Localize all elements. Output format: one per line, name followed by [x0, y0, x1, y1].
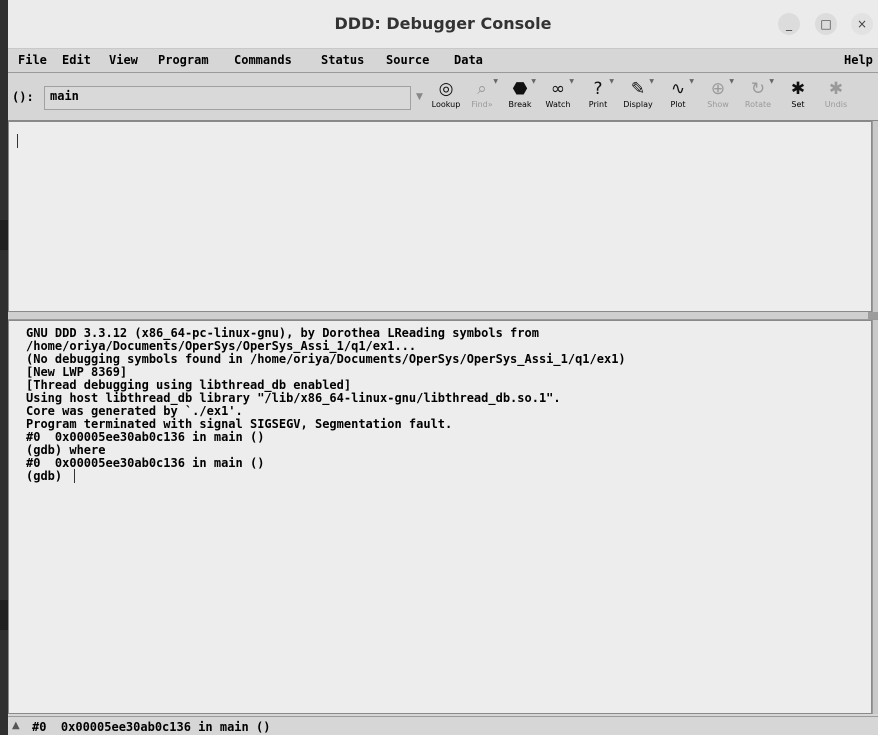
source-scrollbar[interactable] [872, 121, 878, 312]
maximize-button[interactable]: □ [815, 13, 837, 35]
console-line: GNU DDD 3.3.12 (x86_64-pc-linux-gnu), by… [26, 326, 539, 340]
console-line: [New LWP 8369] [26, 365, 128, 379]
close-button[interactable]: × [851, 13, 873, 35]
console-line: [Thread debugging using libthread_db ena… [26, 378, 352, 392]
show-label: Show [707, 100, 729, 109]
watch-dropdown-icon: ▼ [569, 78, 574, 85]
console-line: /home/oriya/Documents/OperSys/OperSys_As… [26, 339, 417, 353]
show-dropdown-icon: ▼ [729, 78, 734, 85]
display-button[interactable]: ✎ ▼ Display [618, 78, 658, 118]
undisplay-icon: ✱ [828, 79, 844, 99]
source-pane[interactable] [8, 121, 872, 312]
lookup-icon: ◎ [438, 79, 454, 99]
minimize-button[interactable]: _ [778, 13, 800, 35]
desktop-edge-detail [0, 600, 8, 630]
status-bar: ▲ #0 0x00005ee30ab0c136 in main () [8, 716, 878, 735]
debugger-console[interactable]: GNU DDD 3.3.12 (x86_64-pc-linux-gnu), by… [8, 320, 872, 714]
menu-program[interactable]: Program [158, 53, 209, 67]
menu-bar: File Edit View Program Commands Status S… [8, 49, 878, 73]
desktop-edge [0, 0, 8, 735]
menu-edit[interactable]: Edit [62, 53, 91, 67]
status-text: #0 0x00005ee30ab0c136 in main () [32, 720, 271, 734]
console-line: Using host libthread_db library "/lib/x8… [26, 391, 561, 405]
sash-grip[interactable] [868, 312, 878, 319]
undisplay-label: Undis [824, 100, 848, 109]
menu-file[interactable]: File [18, 53, 47, 67]
print-button[interactable]: ? ▼ Print [578, 78, 618, 118]
print-dropdown-icon: ▼ [609, 78, 614, 85]
argument-value: main [50, 89, 79, 103]
plot-button[interactable]: ∿ ▼ Plot [658, 78, 698, 118]
argument-label: (): [12, 90, 34, 104]
set-button[interactable]: ✱ Set [778, 78, 818, 118]
console-line: #0 0x00005ee30ab0c136 in main () [26, 430, 265, 444]
menu-commands[interactable]: Commands [234, 53, 292, 67]
menu-status[interactable]: Status [321, 53, 364, 67]
argument-history-arrow-icon[interactable]: ▼ [416, 92, 423, 102]
plot-label: Plot [670, 100, 686, 109]
console-line: (gdb) where [26, 443, 106, 457]
rotate-dropdown-icon: ▼ [769, 78, 774, 85]
console-cursor [74, 469, 75, 483]
show-button[interactable]: ⊕ ▼ Show [698, 78, 738, 118]
rotate-button[interactable]: ↻ ▼ Rotate [738, 78, 778, 118]
undisplay-button[interactable]: ✱ Undis [816, 78, 856, 118]
print-label: Print [588, 100, 608, 109]
lookup-label: Lookup [431, 100, 461, 109]
menu-view[interactable]: View [109, 53, 138, 67]
display-label: Display [623, 100, 653, 109]
text-cursor [17, 134, 18, 148]
title-bar[interactable]: DDD: Debugger Console _ □ × [8, 0, 878, 49]
find-button[interactable]: ⌕ ▼ Find» [462, 78, 502, 118]
rotate-label: Rotate [744, 100, 772, 109]
console-prompt: (gdb) [26, 469, 70, 483]
console-scrollbar[interactable] [872, 320, 878, 714]
menu-help[interactable]: Help [844, 53, 873, 67]
break-dropdown-icon: ▼ [531, 78, 536, 85]
console-line: #0 0x00005ee30ab0c136 in main () [26, 456, 265, 470]
console-line: Program terminated with signal SIGSEGV, … [26, 417, 453, 431]
find-label: Find» [471, 100, 493, 109]
set-label: Set [791, 100, 805, 109]
set-icon: ✱ [790, 79, 806, 99]
lookup-button[interactable]: ◎ Lookup [426, 78, 466, 118]
pane-sash[interactable] [8, 312, 878, 320]
status-history-icon[interactable]: ▲ [12, 720, 20, 731]
break-label: Break [508, 100, 532, 109]
console-line: Core was generated by `./ex1'. [26, 404, 243, 418]
ddd-window: DDD: Debugger Console _ □ × File Edit Vi… [8, 0, 878, 735]
menu-source[interactable]: Source [386, 53, 429, 67]
watch-button[interactable]: ∞ ▼ Watch [538, 78, 578, 118]
display-dropdown-icon: ▼ [649, 78, 654, 85]
plot-dropdown-icon: ▼ [689, 78, 694, 85]
menu-data[interactable]: Data [454, 53, 483, 67]
console-line: (No debugging symbols found in /home/ori… [26, 352, 626, 366]
break-button[interactable]: ⬣ ▼ Break [500, 78, 540, 118]
argument-field[interactable]: main [44, 86, 411, 110]
watch-label: Watch [545, 100, 571, 109]
desktop-edge-detail [0, 220, 8, 250]
find-dropdown-icon: ▼ [493, 78, 498, 85]
window-title: DDD: Debugger Console [334, 14, 552, 33]
